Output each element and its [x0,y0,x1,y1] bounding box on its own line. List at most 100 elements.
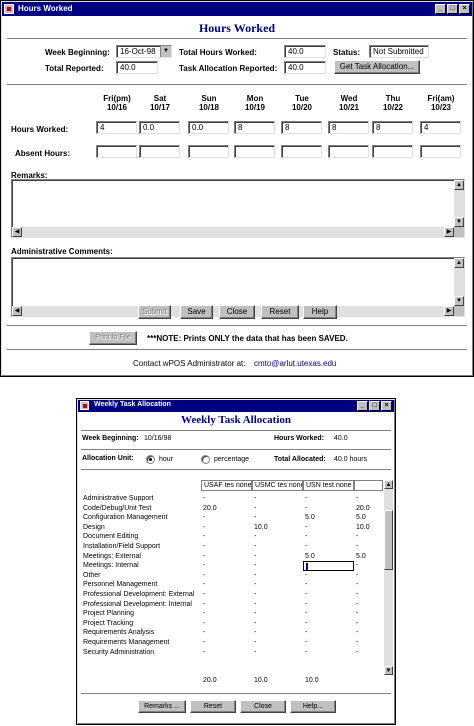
allocation-cell[interactable]: - [254,590,256,600]
allocation-cell[interactable]: - [305,628,307,638]
allocation-cell[interactable]: - [203,561,205,571]
allocation-cell[interactable]: 5.0 [356,552,366,562]
table-row[interactable]: Requirements Management - - - - [81,638,381,648]
allocation-cell[interactable]: 10.0 [356,523,370,533]
close-icon[interactable]: × [381,401,392,411]
allocation-cell[interactable]: - [203,580,205,590]
allocation-cell[interactable]: - [356,532,358,542]
hours-worked-input[interactable]: 8 [328,121,369,134]
allocation-cell[interactable]: - [254,542,256,552]
remarks-button[interactable]: Remarks ... [138,700,186,713]
allocation-scrollbar[interactable]: ▲ ▼ [384,480,393,675]
scroll-down-icon[interactable]: ▼ [454,296,464,306]
allocation-cell[interactable]: - [305,590,307,600]
allocation-cell[interactable]: - [305,523,307,533]
allocation-cell[interactable]: 5.0 [305,513,315,523]
unit-percentage-radio[interactable] [201,455,210,464]
close-button[interactable]: Close [240,700,286,713]
absent-hours-input[interactable] [420,145,461,158]
table-row[interactable]: Administrative Support - - - - [81,494,381,504]
allocation-cell[interactable]: - [254,619,256,629]
allocation-cell[interactable]: - [356,561,358,571]
close-button[interactable]: Close [219,305,255,319]
allocation-cell[interactable]: 20.0 [356,504,370,514]
allocation-cell[interactable]: - [254,504,256,514]
chevron-down-icon[interactable]: ▼ [160,46,171,57]
allocation-cell[interactable]: - [203,648,205,658]
scroll-left-icon[interactable]: ◀ [12,227,22,237]
allocation-cell[interactable]: - [305,542,307,552]
allocation-cell[interactable]: - [254,494,256,504]
allocation-cell[interactable]: - [305,494,307,504]
allocation-cell[interactable]: - [254,638,256,648]
contact-email-link[interactable]: cmto@arlut.utexas.edu [254,359,336,368]
allocation-cell[interactable]: 5.0 [356,513,366,523]
print-to-file-button[interactable]: Print to File [89,331,137,345]
scroll-left-icon[interactable]: ◀ [12,306,22,316]
allocation-cell[interactable]: - [356,638,358,648]
absent-hours-input[interactable] [372,145,413,158]
scroll-right-icon[interactable]: ▶ [444,306,454,316]
close-icon[interactable]: × [459,4,470,14]
hours-worked-input[interactable]: 4 [420,121,461,134]
scrollbar[interactable]: ◀ ▶ [12,227,454,237]
reset-button[interactable]: Reset [190,700,236,713]
allocation-cell[interactable]: - [203,571,205,581]
absent-hours-input[interactable] [188,145,229,158]
table-row[interactable]: Design - 10.0 - 10.0 [81,523,381,533]
allocation-cell[interactable]: - [356,628,358,638]
allocation-cell[interactable]: - [356,580,358,590]
allocation-cell[interactable]: - [254,628,256,638]
reset-button[interactable]: Reset [261,305,299,319]
allocation-cell[interactable]: 5.0 [305,552,315,562]
get-task-allocation-button[interactable]: Get Task Allocation... [334,60,420,74]
allocation-cell[interactable]: - [254,571,256,581]
table-row[interactable]: Configuration Management - - 5.0 5.0 [81,513,381,523]
minimize-icon[interactable]: _ [357,401,368,411]
allocation-cell[interactable]: - [203,619,205,629]
active-edit-cell[interactable] [303,561,354,572]
minimize-icon[interactable]: _ [435,4,446,14]
scroll-up-icon[interactable]: ▲ [454,258,464,268]
allocation-cell[interactable]: - [305,619,307,629]
table-row[interactable]: Installation/Field Support - - - - [81,542,381,552]
table-row[interactable]: Other - - - - [81,571,381,581]
absent-hours-input[interactable] [96,145,137,158]
scroll-up-icon[interactable]: ▲ [384,480,393,489]
week-beginning-select[interactable]: 16-Oct-98 ▼ [116,45,172,58]
allocation-cell[interactable]: - [356,542,358,552]
allocation-cell[interactable]: - [254,552,256,562]
allocation-cell[interactable]: - [254,532,256,542]
allocation-cell[interactable]: - [356,494,358,504]
allocation-cell[interactable]: - [356,619,358,629]
allocation-cell[interactable]: - [254,580,256,590]
table-row[interactable]: Meetings: External - - 5.0 5.0 [81,552,381,562]
hours-worked-input[interactable]: 8 [234,121,275,134]
maximize-icon[interactable]: □ [447,4,458,14]
table-row[interactable]: Code/Debug/Unit Test 20.0 - - 20.0 [81,504,381,514]
table-row[interactable]: Professional Development: External - - - - [81,590,381,600]
hours-worked-input[interactable]: 8 [372,121,413,134]
allocation-cell[interactable]: - [356,571,358,581]
allocation-cell[interactable]: - [203,638,205,648]
unit-hour-radio[interactable] [146,455,155,464]
help-button[interactable]: Help... [290,700,336,713]
allocation-cell[interactable]: - [356,600,358,610]
hours-worked-input[interactable]: 0.0 [188,121,229,134]
allocation-cell[interactable]: - [203,532,205,542]
allocation-cell[interactable]: - [305,571,307,581]
allocation-cell[interactable]: - [305,609,307,619]
absent-hours-input[interactable] [139,145,180,158]
allocation-cell[interactable]: - [254,600,256,610]
allocation-cell[interactable]: - [203,513,205,523]
allocation-cell[interactable]: 10.0 [254,523,268,533]
hours-worked-titlebar[interactable]: Hours Worked _ □ × [2,2,472,16]
window-menu-icon[interactable] [80,401,89,410]
window-menu-icon[interactable] [4,4,14,14]
allocation-cell[interactable]: - [203,600,205,610]
allocation-cell[interactable]: - [305,504,307,514]
scrollbar[interactable]: ▲ ▼ [454,180,464,227]
allocation-cell[interactable]: - [356,609,358,619]
scroll-down-icon[interactable]: ▼ [454,217,464,227]
help-button[interactable]: Help [303,305,337,319]
